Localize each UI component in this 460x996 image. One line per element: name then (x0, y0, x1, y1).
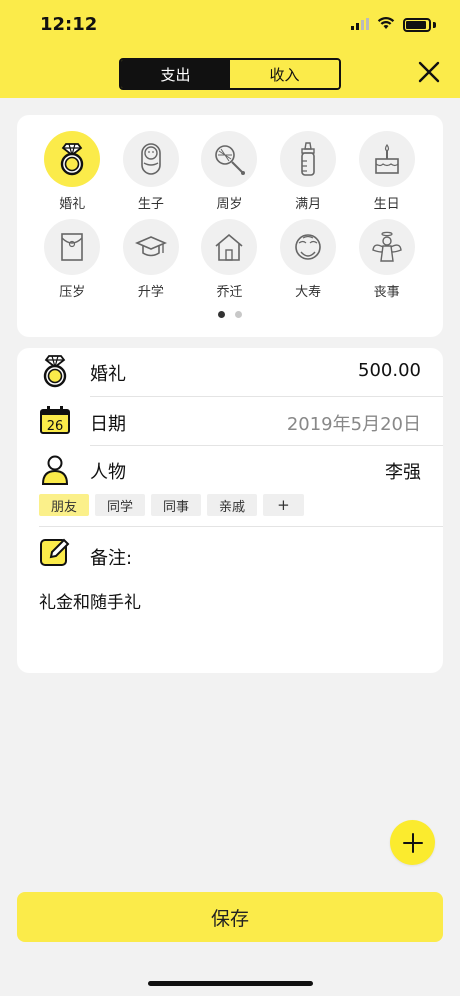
bottle-icon (280, 131, 337, 187)
category-label: 婚礼 (59, 197, 86, 212)
category-label: 升学 (137, 285, 164, 300)
category-full-month[interactable]: 满月 (269, 131, 348, 212)
date-label: 日期 (90, 414, 126, 435)
status-icons (351, 15, 436, 34)
category-label: 满月 (295, 197, 322, 212)
category-name: 婚礼 (90, 364, 126, 385)
person-icon (39, 454, 71, 486)
category-row: 婚礼 500.00 (17, 348, 443, 396)
add-fab-button[interactable] (390, 820, 435, 865)
page-indicator (17, 311, 443, 318)
tab-income[interactable]: 收入 (230, 60, 339, 88)
category-label: 压岁 (59, 285, 86, 300)
battery-nub (433, 21, 436, 28)
tag-friend[interactable]: 朋友 (39, 494, 90, 516)
cake-icon (358, 131, 415, 187)
person-value[interactable]: 李强 (385, 458, 421, 484)
category-housewarming[interactable]: 乔迁 (190, 219, 269, 300)
category-label: 周岁 (216, 197, 243, 212)
calendar-icon: 26 (39, 405, 71, 437)
tab-expense[interactable]: 支出 (121, 60, 230, 88)
note-edit-icon (39, 536, 71, 568)
category-longevity[interactable]: 大寿 (269, 219, 348, 300)
add-tag-button[interactable]: + (263, 494, 304, 516)
category-lucky-money[interactable]: 压岁 (33, 219, 112, 300)
home-indicator (148, 981, 313, 986)
page-dot[interactable] (235, 311, 242, 318)
category-first-birthday[interactable]: 周岁 (190, 131, 269, 212)
baby-icon (122, 131, 179, 187)
category-label: 生日 (373, 197, 400, 212)
house-icon (201, 219, 258, 275)
note-input[interactable]: 礼金和随手礼 (39, 588, 141, 613)
category-picker: 婚礼 生子 周岁 满月 生日 压岁 升学 乔迁 大寿 丧事 (17, 115, 443, 337)
red-envelope-icon (44, 219, 101, 275)
divider (39, 526, 443, 527)
page-dot-active[interactable] (218, 311, 225, 318)
tag-colleague[interactable]: 同事 (151, 494, 202, 516)
svg-text:26: 26 (47, 419, 64, 434)
category-wedding[interactable]: 婚礼 (33, 131, 112, 212)
category-label: 丧事 (373, 285, 400, 300)
wifi-icon (377, 15, 395, 34)
close-icon (418, 61, 440, 83)
category-graduation[interactable]: 升学 (112, 219, 191, 300)
category-baby[interactable]: 生子 (112, 131, 191, 212)
angel-icon (358, 219, 415, 275)
note-row: 备注: (17, 534, 443, 574)
ring-icon (44, 131, 101, 187)
close-button[interactable] (418, 60, 440, 84)
tag-classmate[interactable]: 同学 (95, 494, 146, 516)
category-label: 乔迁 (216, 285, 243, 300)
type-segmented-control: 支出 收入 (119, 58, 341, 90)
note-label: 备注: (90, 548, 133, 569)
category-label: 大寿 (295, 285, 322, 300)
battery-icon (403, 17, 431, 32)
person-row[interactable]: 人物 李强 (17, 446, 443, 492)
plus-icon (402, 832, 423, 853)
person-label: 人物 (90, 462, 126, 483)
signal-icon (351, 15, 369, 34)
category-funeral[interactable]: 丧事 (347, 219, 426, 300)
tag-relative[interactable]: 亲戚 (207, 494, 258, 516)
category-grid: 婚礼 生子 周岁 满月 生日 压岁 升学 乔迁 大寿 丧事 (17, 131, 443, 300)
elder-face-icon (280, 219, 337, 275)
category-birthday[interactable]: 生日 (347, 131, 426, 212)
rattle-icon (201, 131, 258, 187)
ring-icon (39, 354, 71, 388)
top-bar: 12:12 支出 收入 (0, 0, 460, 98)
record-form: 婚礼 500.00 26 日期 2019年5月20日 人物 李强 朋友 同学 同… (17, 348, 443, 673)
status-time: 12:12 (40, 14, 98, 35)
date-row[interactable]: 26 日期 2019年5月20日 (17, 397, 443, 445)
date-value[interactable]: 2019年5月20日 (287, 410, 421, 436)
relation-tags: 朋友 同学 同事 亲戚 + (39, 494, 304, 516)
amount-input[interactable]: 500.00 (358, 360, 421, 381)
graduation-cap-icon (122, 219, 179, 275)
save-button[interactable]: 保存 (17, 892, 443, 942)
category-label: 生子 (137, 197, 164, 212)
